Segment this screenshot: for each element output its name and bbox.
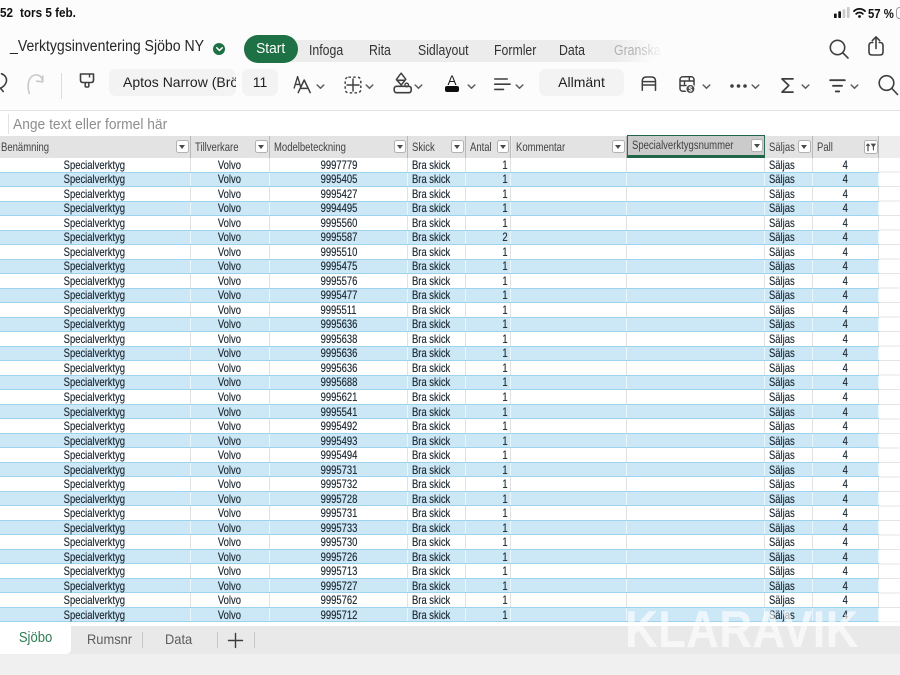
svg-text:$: $: [688, 86, 692, 93]
